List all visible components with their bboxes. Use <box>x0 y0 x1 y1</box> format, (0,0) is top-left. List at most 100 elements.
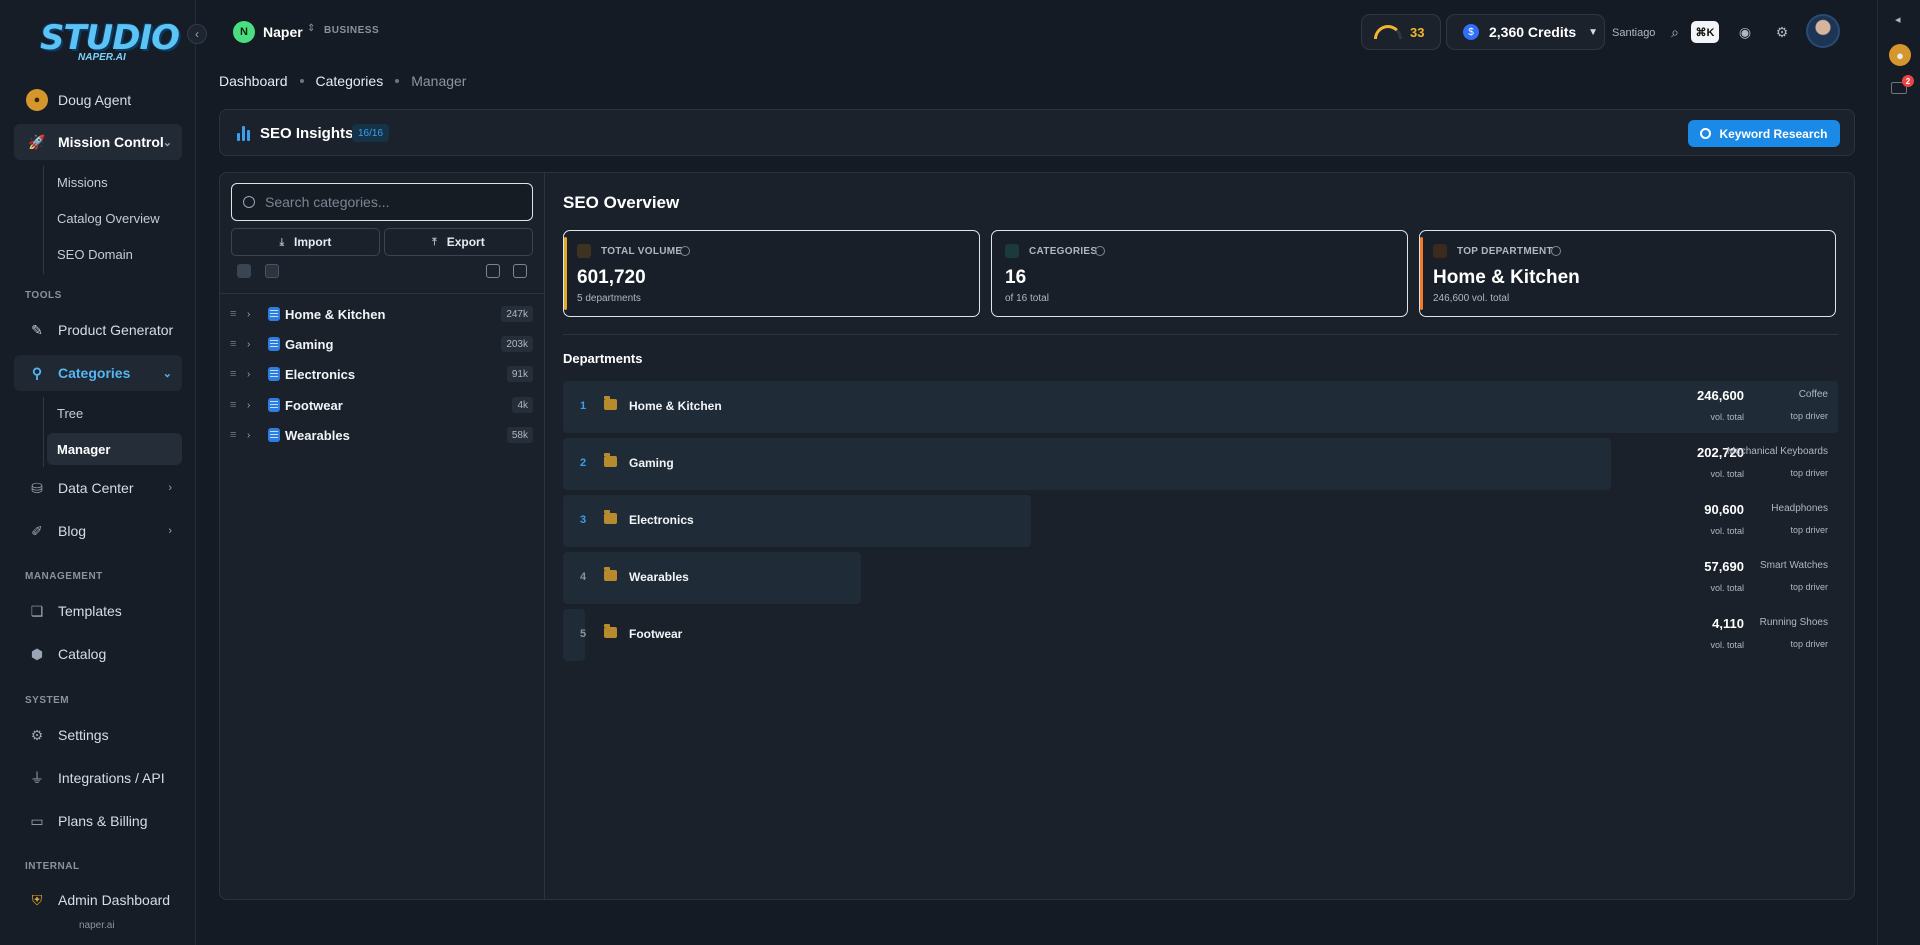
tree-row-count: 58k <box>506 427 533 443</box>
sidebar-item-categories[interactable]: ⚲ Categories ⌄ <box>14 355 182 391</box>
sidebar-subitem-tree[interactable]: Tree <box>47 397 182 429</box>
credits-dropdown[interactable]: $ 2,360 Credits ▼ <box>1446 14 1605 50</box>
tree-row-count: 4k <box>512 397 533 413</box>
chevron-right-icon[interactable]: › <box>247 339 250 350</box>
department-name: Electronics <box>629 513 694 527</box>
gear-icon[interactable]: ⚙ <box>1772 22 1792 42</box>
pen-icon: ✐ <box>31 522 43 539</box>
insights-count-badge: 16/16 <box>352 124 390 142</box>
keyword-research-button[interactable]: Keyword Research <box>1688 120 1840 147</box>
credits-label: 2,360 Credits <box>1489 24 1577 40</box>
workspace-avatar[interactable]: N <box>233 21 255 43</box>
seo-insights-bar: SEO Insights 16/16 Keyword Research <box>219 109 1855 156</box>
info-icon[interactable] <box>680 246 690 256</box>
drag-handle-icon[interactable]: ≡ <box>230 368 236 380</box>
divider <box>220 293 545 294</box>
collapse-all-icon[interactable] <box>513 264 527 278</box>
gear-icon: ⚙ <box>30 726 44 743</box>
tree-row[interactable]: ≡ › Gaming 203k <box>220 329 545 359</box>
tree-row[interactable]: ≡ › Wearables 58k <box>220 420 545 450</box>
tree-row[interactable]: ≡ › Footwear 4k <box>220 390 545 420</box>
database-icon: ⛁ <box>31 479 43 496</box>
tree-row[interactable]: ≡ › Home & Kitchen 247k <box>220 299 545 329</box>
drag-handle-icon[interactable]: ≡ <box>230 338 236 350</box>
sidebar-item-mission-control[interactable]: 🚀 Mission Control ⌄ <box>14 124 182 160</box>
section-label-internal: INTERNAL <box>25 861 80 872</box>
sidebar-item-integrations[interactable]: ⏚ Integrations / API <box>14 760 182 796</box>
sidebar-subitem-catalog-overview[interactable]: Catalog Overview <box>47 202 182 234</box>
add-category-icon[interactable] <box>237 264 251 278</box>
template-icon: ❏ <box>30 602 44 619</box>
database-icon <box>268 398 280 412</box>
usage-gauge[interactable]: 33 <box>1361 14 1441 50</box>
department-row[interactable]: 5 Footwear 4,110 vol. total Running Shoe… <box>563 609 1838 661</box>
department-volume: 57,690 <box>1704 559 1744 574</box>
drag-handle-icon[interactable]: ≡ <box>230 308 236 320</box>
tree-row-label: Wearables <box>285 427 350 443</box>
department-row[interactable]: 1 Home & Kitchen 246,600 vol. total Coff… <box>563 381 1838 433</box>
sidebar-item-blog[interactable]: ✐ Blog › <box>14 513 182 549</box>
card-sub: 246,600 vol. total <box>1433 293 1510 304</box>
sidebar-item-settings[interactable]: ⚙ Settings <box>14 717 182 753</box>
sidebar-item-plans-billing[interactable]: ▭ Plans & Billing <box>14 803 182 839</box>
expand-all-icon[interactable] <box>486 264 500 278</box>
department-row[interactable]: 3 Electronics 90,600 vol. total Headphon… <box>563 495 1838 547</box>
folder-icon <box>604 453 617 467</box>
drag-handle-icon[interactable]: ≡ <box>230 399 236 411</box>
workspace-switch-icon[interactable]: ⇕ <box>307 23 315 34</box>
tree-row-label: Home & Kitchen <box>285 306 386 322</box>
department-row[interactable]: 4 Wearables 57,690 vol. total Smart Watc… <box>563 552 1838 604</box>
sidebar-item-doug-agent[interactable]: ● Doug Agent <box>14 82 182 118</box>
sidebar-item-label: Categories <box>58 365 131 381</box>
card-value: 601,720 <box>577 267 646 288</box>
export-button[interactable]: ⤒ Export <box>384 228 533 256</box>
info-icon[interactable] <box>1095 246 1105 256</box>
breadcrumb-separator <box>395 79 400 83</box>
card-value: Home & Kitchen <box>1433 267 1580 288</box>
mascot-icon[interactable]: ● <box>1889 44 1911 66</box>
sidebar-subitem-seo-domain[interactable]: SEO Domain <box>47 238 182 270</box>
department-rank: 1 <box>580 400 587 412</box>
overview-title: SEO Overview <box>563 193 680 212</box>
sidebar-subitem-manager[interactable]: Manager <box>47 433 182 465</box>
search-input[interactable] <box>265 194 525 210</box>
sidebar-item-label: Settings <box>58 727 109 743</box>
webcam-icon[interactable]: ◉ <box>1735 22 1755 42</box>
card-accent <box>564 237 567 310</box>
tree-row[interactable]: ≡ › Electronics 91k <box>220 359 545 389</box>
sidebar-item-label: Mission Control <box>58 134 164 150</box>
workspace-name[interactable]: Naper <box>263 24 303 40</box>
sidebar-item-product-generator[interactable]: ✎ Product Generator <box>14 312 182 348</box>
department-volume: 246,600 <box>1697 388 1744 403</box>
user-avatar[interactable] <box>1806 14 1840 48</box>
import-button[interactable]: ⤓ Import <box>231 228 380 256</box>
collapse-sidebar-button[interactable]: ‹ <box>187 24 207 44</box>
chevron-right-icon[interactable]: › <box>247 309 250 320</box>
drag-handle-icon[interactable]: ≡ <box>230 429 236 441</box>
sidebar-subitem-missions[interactable]: Missions <box>47 166 182 198</box>
breadcrumb: Dashboard Categories Manager <box>219 73 466 89</box>
sidebar-item-admin-dashboard[interactable]: ⛨ Admin Dashboard <box>14 882 182 918</box>
sidebar-item-label: Data Center <box>58 480 134 496</box>
studio-logo[interactable]: STUDIO NAPER.AI <box>40 16 180 68</box>
info-icon[interactable] <box>1551 246 1561 256</box>
collapse-left-icon[interactable]: ◂ <box>1895 13 1901 26</box>
chevron-right-icon[interactable]: › <box>247 369 250 380</box>
sidebar-item-catalog[interactable]: ⬢ Catalog <box>14 636 182 672</box>
search-icon[interactable]: ⌕ <box>1665 22 1685 42</box>
chevron-right-icon[interactable]: › <box>247 430 250 441</box>
folder-icon[interactable] <box>265 264 279 278</box>
command-shortcut[interactable]: ⌘K <box>1691 21 1719 43</box>
search-field[interactable] <box>231 183 533 221</box>
top-driver-label: top driver <box>1790 468 1828 478</box>
submenu-line <box>43 397 44 467</box>
sidebar-item-templates[interactable]: ❏ Templates <box>14 593 182 629</box>
department-row[interactable]: 2 Gaming 202,720 vol. total Mechanical K… <box>563 438 1838 490</box>
chevron-right-icon[interactable]: › <box>247 400 250 411</box>
breadcrumb-dashboard[interactable]: Dashboard <box>219 73 288 89</box>
breadcrumb-categories[interactable]: Categories <box>316 73 384 89</box>
sidebar-item-data-center[interactable]: ⛁ Data Center › <box>14 470 182 506</box>
department-name: Home & Kitchen <box>629 399 722 413</box>
shield-icon: ⛨ <box>31 891 43 908</box>
volume-label: vol. total <box>1710 412 1744 422</box>
